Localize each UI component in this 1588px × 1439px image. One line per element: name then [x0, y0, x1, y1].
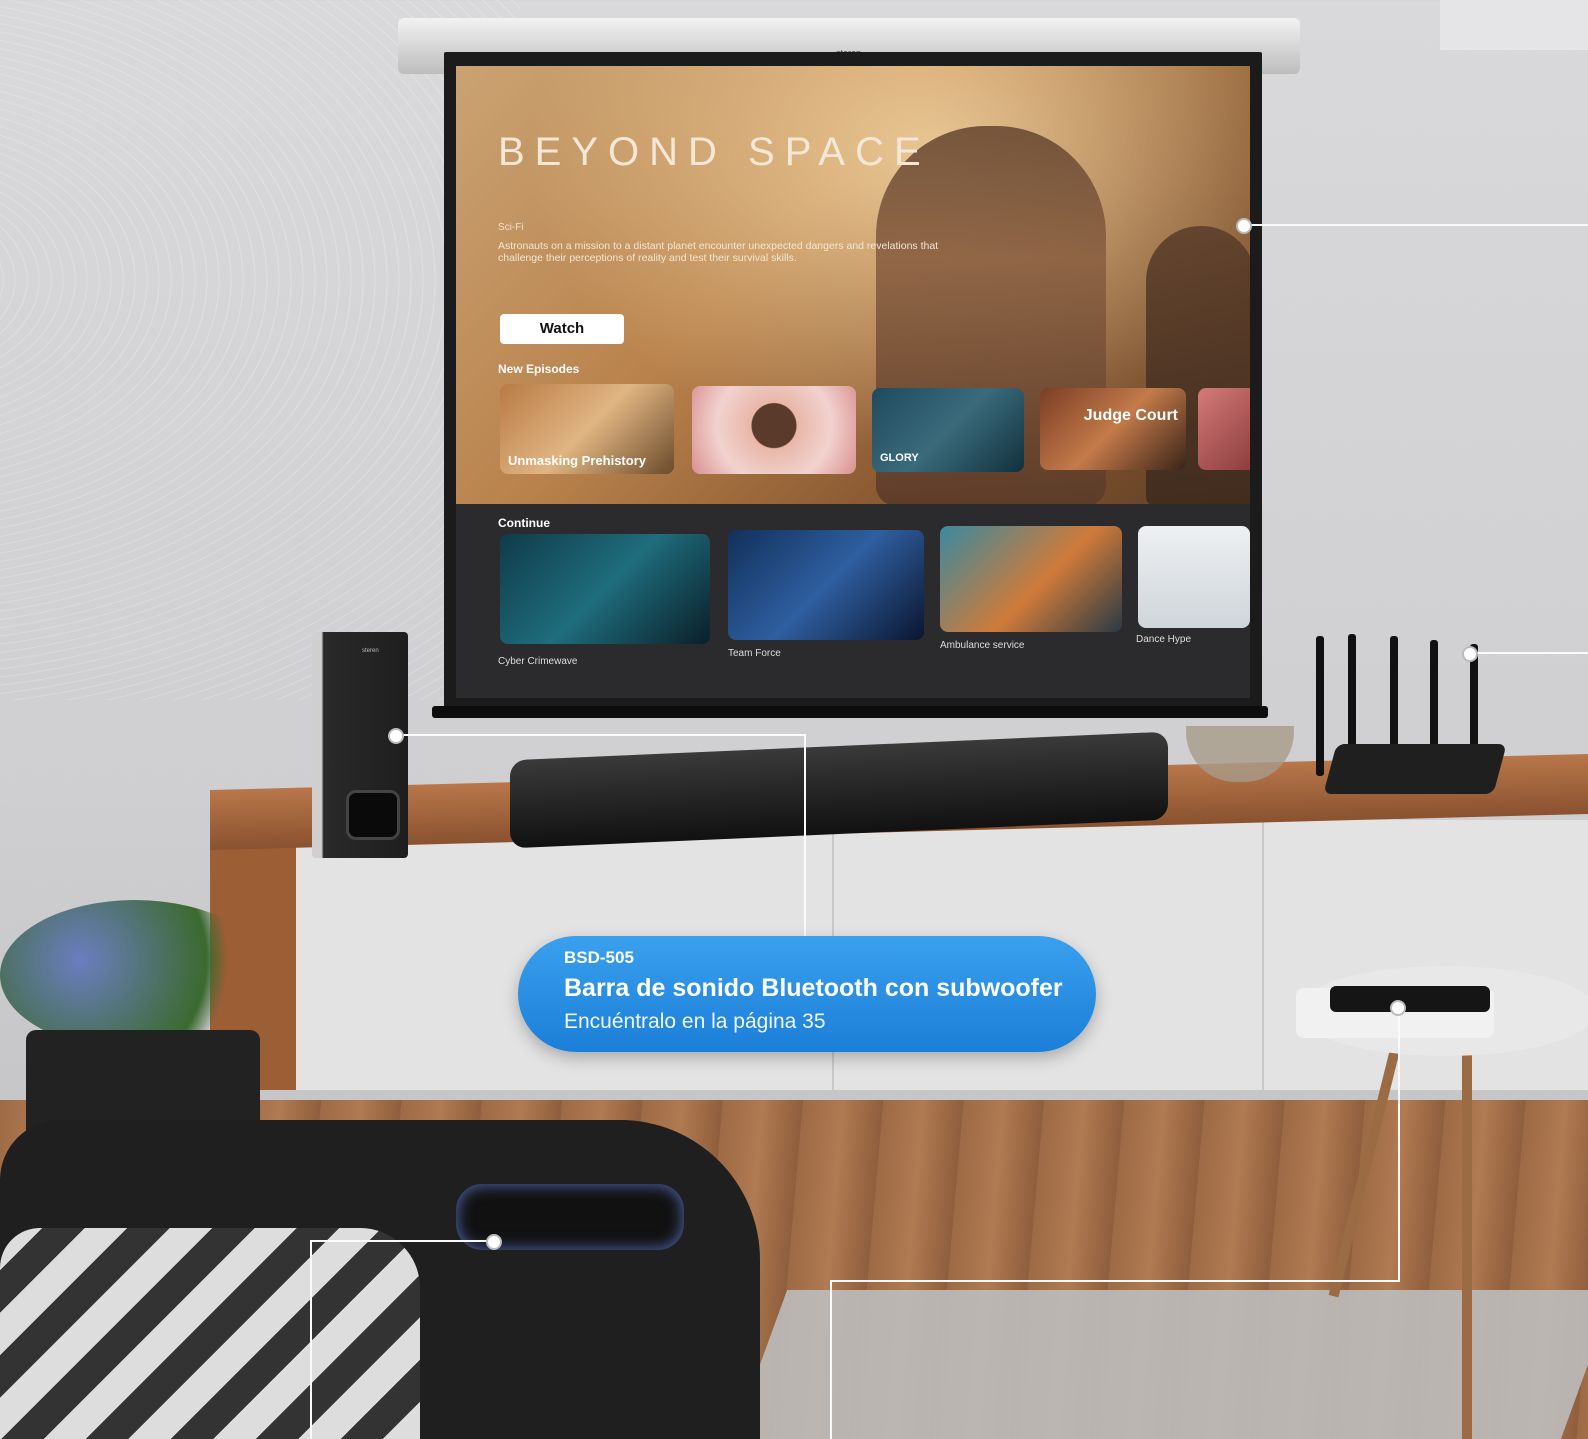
continue-heading: Continue — [498, 516, 550, 530]
wall-wave-pattern — [0, 0, 520, 700]
lavender-plant — [0, 900, 270, 1050]
new-episodes-heading: New Episodes — [498, 362, 580, 376]
watch-button[interactable]: Watch — [500, 314, 624, 344]
continue-thumb[interactable] — [500, 534, 710, 644]
continue-thumb[interactable] — [940, 526, 1122, 632]
wifi-router — [1323, 744, 1507, 794]
hero-genre: Sci-Fi — [498, 222, 524, 233]
callout-dot-subwoofer — [388, 728, 404, 744]
continue-label: Ambulance service — [940, 640, 1025, 651]
subwoofer-port — [346, 790, 400, 840]
callout-line-streaming-box — [1398, 1006, 1400, 1282]
callout-dot-streaming-box — [1390, 1000, 1406, 1016]
subwoofer-logo: steren — [362, 648, 379, 654]
episode-thumb[interactable]: Unmasking Prehistory — [500, 384, 674, 474]
continue-label: Team Force — [728, 648, 781, 659]
streaming-box-top — [1330, 986, 1490, 1012]
callout-line-soundbar-vertical — [804, 734, 806, 938]
callout-line-screen — [1244, 224, 1588, 226]
episode-caption: GLORY — [880, 452, 919, 464]
cabinet-door-seam — [1262, 820, 1264, 1090]
episode-thumb[interactable] — [692, 386, 856, 474]
router-antenna — [1390, 636, 1398, 760]
product-badge[interactable]: BSD-505 Barra de sonido Bluetooth con su… — [518, 936, 1096, 1052]
callout-line-router — [1470, 652, 1588, 654]
episode-caption: Judge Court — [1083, 407, 1178, 424]
product-model: BSD-505 — [564, 948, 634, 967]
callout-dot-screen — [1236, 218, 1252, 234]
projector-screen-weight-bar — [432, 706, 1268, 718]
continue-label: Dance Hype — [1136, 634, 1192, 645]
router-antenna — [1316, 636, 1324, 776]
callout-line-soundbar — [396, 734, 806, 736]
product-page-reference: Encuéntralo en la página 35 — [564, 1010, 826, 1033]
patterned-pillow — [0, 1228, 420, 1439]
hero-title: BEYOND SPACE — [498, 130, 931, 174]
continue-label: Cyber Crimewave — [498, 656, 578, 667]
callout-dot-keyboard — [486, 1234, 502, 1250]
router-antenna — [1430, 640, 1438, 760]
callout-line-keyboard-vertical — [310, 1240, 312, 1439]
callout-dot-router — [1462, 646, 1478, 662]
continue-thumb[interactable] — [728, 530, 924, 640]
callout-line-keyboard — [310, 1240, 494, 1242]
rug — [732, 1290, 1588, 1439]
callout-line-streaming-box-vertical — [830, 1280, 832, 1439]
episode-caption: Unmasking Prehistory — [508, 453, 646, 468]
ceiling-step — [1440, 0, 1588, 50]
episode-thumb[interactable]: Judge Court — [1040, 388, 1186, 470]
callout-line-streaming-box-horizontal — [830, 1280, 1400, 1282]
episode-thumb[interactable]: GLORY — [872, 388, 1024, 472]
continue-thumb[interactable] — [1138, 526, 1250, 628]
table-leg — [1462, 1040, 1472, 1439]
streaming-app-screen: BEYOND SPACE Sci-Fi Astronauts on a miss… — [456, 66, 1250, 698]
hero-synopsis: Astronauts on a mission to a distant pla… — [498, 240, 939, 264]
episode-thumb[interactable] — [1198, 388, 1250, 470]
product-title: Barra de sonido Bluetooth con subwoofer — [564, 974, 1063, 1002]
